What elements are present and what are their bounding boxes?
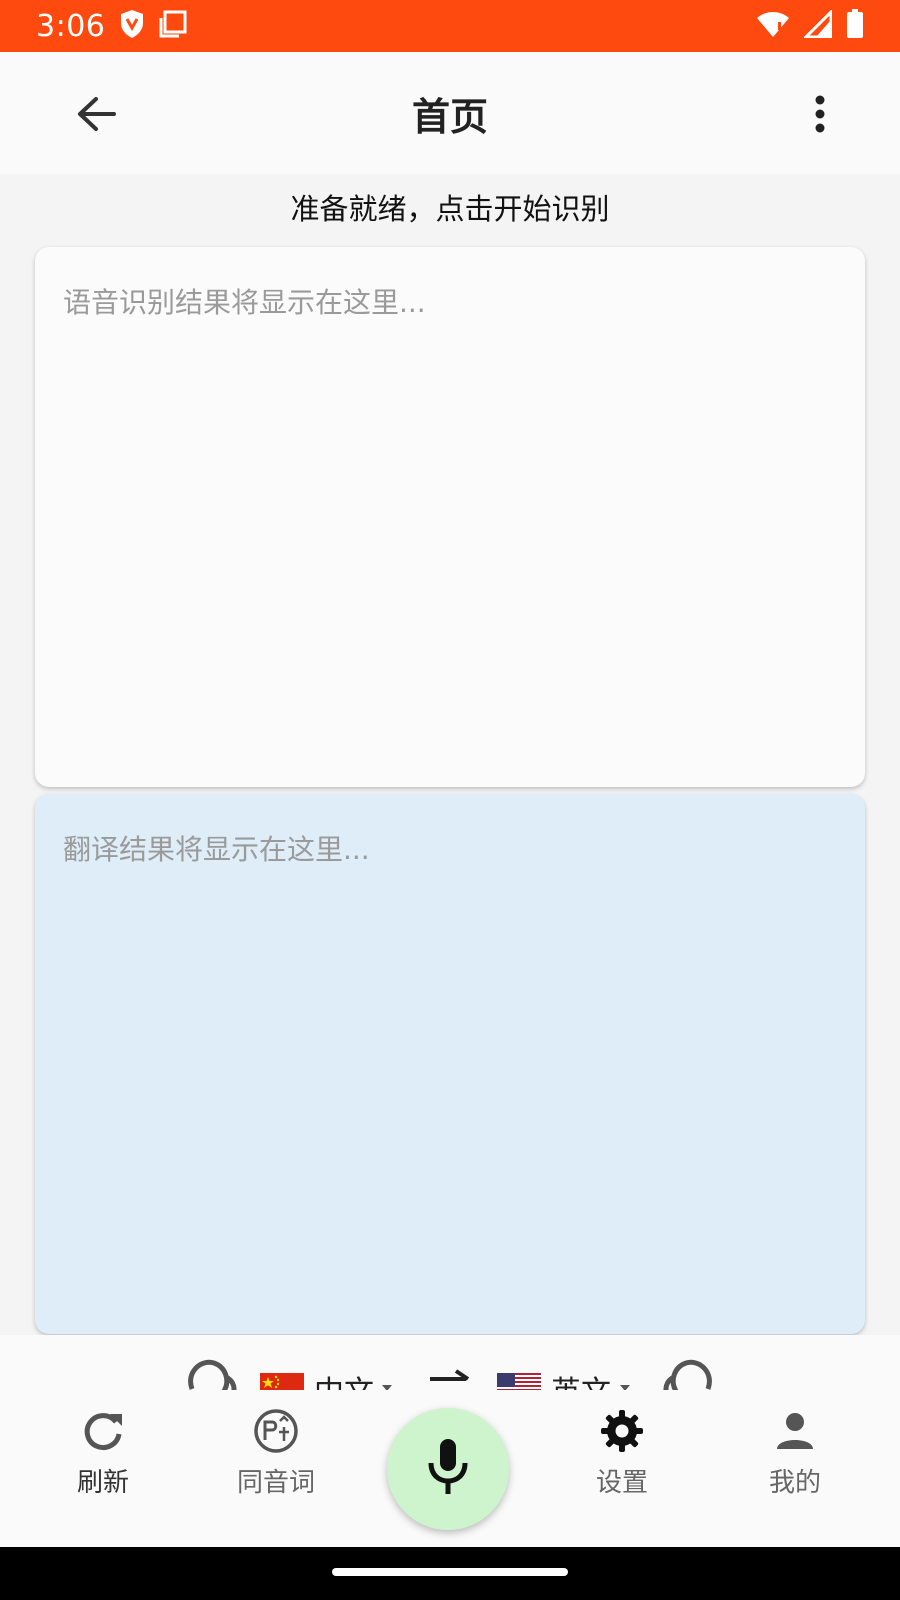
voice-right-icon[interactable]	[658, 1355, 718, 1390]
more-vert-icon	[815, 95, 825, 137]
battery-icon	[846, 9, 864, 43]
status-bar: 3:06	[0, 0, 900, 52]
source-language-select[interactable]: 中文	[314, 1367, 374, 1390]
nav-profile-label: 我的	[768, 1468, 821, 1498]
swap-arrows-icon[interactable]	[426, 1365, 474, 1390]
translation-result-card[interactable]: 翻译结果将显示在这里...	[35, 794, 865, 1334]
more-options-button[interactable]	[800, 88, 840, 144]
back-button[interactable]	[68, 88, 124, 144]
pinyin-icon	[253, 1408, 299, 1454]
microphone-icon	[426, 1437, 470, 1501]
person-icon	[772, 1408, 818, 1454]
home-gesture-pill[interactable]	[332, 1568, 568, 1576]
mic-button[interactable]	[387, 1408, 509, 1530]
shield-icon	[119, 9, 145, 43]
page-title: 首页	[411, 94, 488, 139]
target-language-select[interactable]: 英文	[551, 1367, 611, 1390]
screenshot-icon	[159, 10, 187, 42]
gear-icon	[599, 1408, 645, 1454]
nav-profile[interactable]: 我的	[730, 1408, 860, 1508]
recognition-placeholder: 语音识别结果将显示在这里...	[63, 286, 426, 319]
nav-refresh[interactable]: 刷新	[38, 1408, 168, 1508]
nav-settings[interactable]: 设置	[557, 1408, 687, 1508]
screen: 3:06 首页 准备就绪，点击开始识别 语音识别结果将显示在这里... 翻译结果…	[0, 0, 900, 1600]
app-bar: 首页	[0, 52, 900, 174]
voice-left-icon[interactable]	[182, 1355, 242, 1390]
arrow-left-icon	[76, 96, 116, 136]
recognition-result-card[interactable]: 语音识别结果将显示在这里...	[35, 247, 865, 787]
nav-settings-label: 设置	[595, 1468, 648, 1498]
language-bar: 中文	[0, 1335, 900, 1390]
cell-signal-icon	[802, 8, 833, 42]
china-flag-icon	[260, 1373, 304, 1390]
translation-placeholder: 翻译结果将显示在这里...	[63, 833, 370, 866]
usa-flag-icon	[497, 1373, 541, 1390]
system-navigation-bar	[0, 1547, 900, 1600]
wifi-icon	[756, 10, 790, 42]
refresh-icon	[80, 1408, 126, 1454]
nav-homophones-label: 同音词	[236, 1468, 315, 1498]
nav-refresh-label: 刷新	[76, 1468, 129, 1498]
status-time: 3:06	[36, 8, 106, 44]
nav-homophones[interactable]: 同音词	[211, 1408, 341, 1508]
status-message: 准备就绪，点击开始识别	[290, 192, 610, 226]
